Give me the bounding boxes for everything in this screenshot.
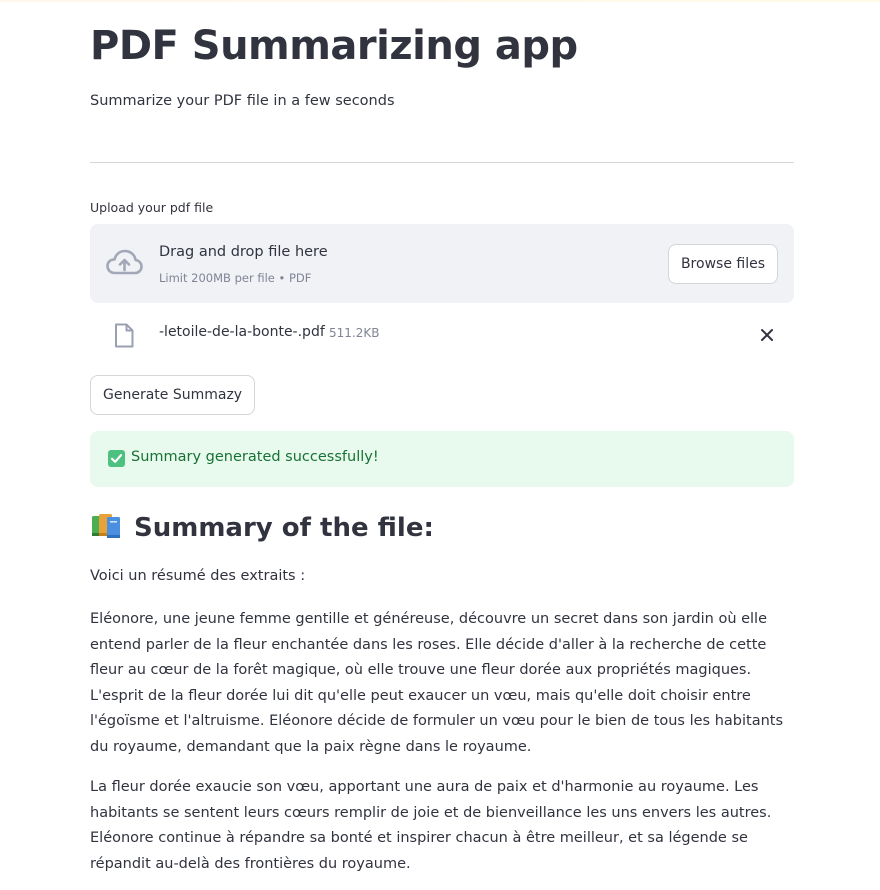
browse-files-button[interactable]: Browse files [667, 244, 778, 284]
divider [90, 162, 794, 163]
summary-intro: Voici un résumé des extraits : [90, 568, 306, 584]
dropzone-limit: Limit 200MB per file • PDF [159, 271, 312, 285]
uploaded-file-size: 511.2KB [329, 326, 380, 340]
uploaded-file-row: -letoile-de-la-bonte-.pdf 511.2KB [90, 315, 794, 355]
generate-summary-button[interactable]: Generate Summazy [90, 375, 256, 415]
upload-label: Upload your pdf file [90, 200, 214, 215]
top-decoration-bar [0, 0, 880, 2]
uploaded-file-name: -letoile-de-la-bonte-.pdf [159, 324, 325, 340]
file-dropzone[interactable]: Drag and drop file here Limit 200MB per … [90, 224, 794, 303]
summary-heading: Summary of the file: [90, 512, 434, 543]
file-icon [114, 323, 134, 348]
summary-paragraph: Eléonore, une jeune femme gentille et gé… [90, 611, 784, 755]
cloud-upload-icon [106, 249, 143, 277]
success-message: Summary generated successfully! [131, 449, 379, 465]
page-subtitle: Summarize your PDF file in a few seconds [90, 93, 395, 109]
page-title: PDF Summarizing app [90, 23, 578, 69]
close-icon[interactable] [758, 326, 776, 344]
summary-paragraph: La fleur dorée exaucie son vœu, apportan… [90, 779, 772, 872]
check-box-icon [108, 450, 125, 467]
success-alert: Summary generated successfully! [90, 431, 794, 487]
books-icon [90, 512, 124, 540]
summary-heading-text: Summary of the file: [134, 513, 434, 543]
dropzone-instructions: Drag and drop file here [159, 244, 328, 260]
